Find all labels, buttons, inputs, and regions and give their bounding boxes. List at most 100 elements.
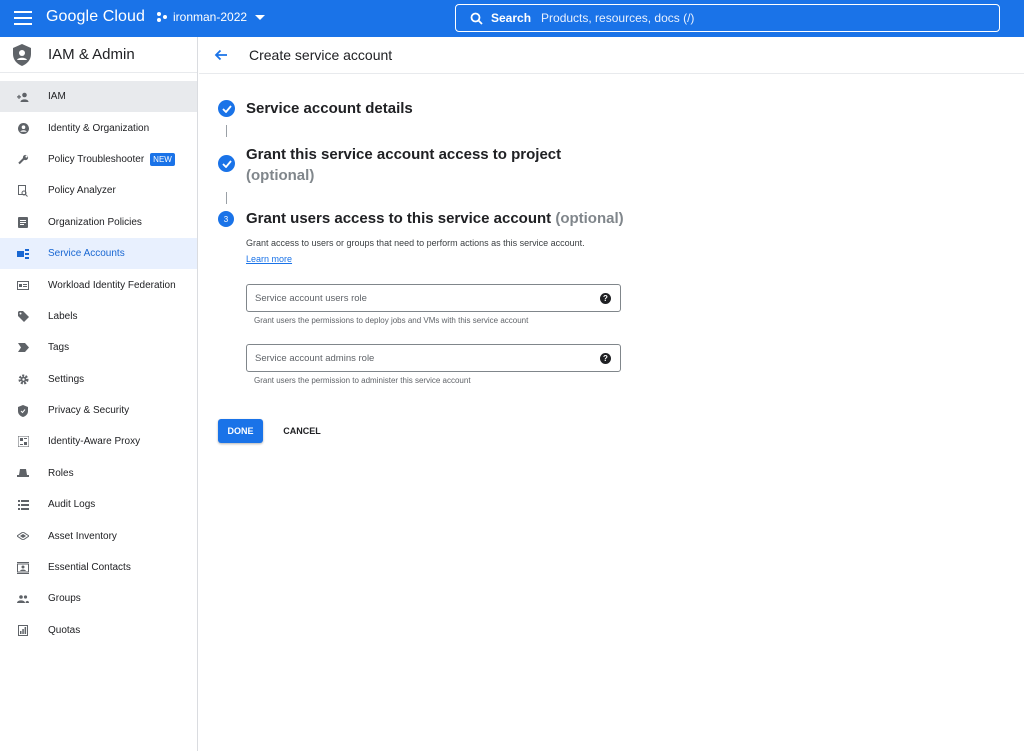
- sidebar: IAM & Admin IAM Identity & Organization …: [0, 37, 198, 751]
- sidebar-item-label: Asset Inventory: [48, 530, 117, 542]
- sidebar-item-identity-organization[interactable]: Identity & Organization: [0, 112, 197, 143]
- page-header: Create service account: [199, 37, 1024, 74]
- sidebar-item-label: Service Accounts: [48, 248, 125, 260]
- sidebar-item-label: Workload Identity Federation: [48, 279, 176, 291]
- sidebar-item-label: Policy Troubleshooter: [48, 153, 145, 165]
- sidebar-item-label: Identity & Organization: [48, 122, 150, 134]
- sidebar-item-label: Identity-Aware Proxy: [48, 436, 141, 448]
- cancel-button[interactable]: CANCEL: [277, 419, 327, 443]
- person-add-icon: [17, 91, 29, 103]
- sidebar-item-iam[interactable]: IAM: [0, 81, 197, 113]
- contacts-icon: [17, 561, 29, 574]
- quota-icon: [17, 624, 29, 636]
- sidebar-title: IAM & Admin: [48, 46, 135, 63]
- sidebar-item-label: Tags: [48, 342, 70, 354]
- page-title: Create service account: [249, 47, 393, 63]
- sidebar-item-asset-inventory[interactable]: Asset Inventory: [0, 520, 197, 551]
- sidebar-item-policy-analyzer[interactable]: Policy Analyzer: [0, 175, 197, 206]
- step-connector: [226, 125, 227, 137]
- step-optional-label: (optional): [246, 167, 315, 184]
- step-title-text: Grant users access to this service accou…: [246, 210, 552, 227]
- hamburger-menu-icon[interactable]: [14, 11, 32, 25]
- service-account-icon: [17, 248, 29, 260]
- sidebar-item-service-accounts[interactable]: Service Accounts: [0, 237, 197, 270]
- sidebar-item-label: IAM: [48, 91, 66, 103]
- wrench-icon: [17, 153, 29, 165]
- done-button[interactable]: DONE: [218, 419, 263, 443]
- sidebar-header: IAM & Admin: [0, 37, 197, 73]
- step-title: Grant users access to this service accou…: [246, 210, 624, 227]
- service-account-users-role-input[interactable]: Service account users role ?: [246, 284, 621, 312]
- search-bar[interactable]: Search Products, resources, docs (/): [455, 4, 1000, 32]
- shield-icon: [17, 404, 29, 417]
- list-document-icon: [17, 216, 29, 228]
- sidebar-item-label: Roles: [48, 467, 74, 479]
- sidebar-item-label: Settings: [48, 373, 85, 385]
- sidebar-item-workload-identity-federation[interactable]: Workload Identity Federation: [0, 269, 197, 300]
- project-name: ironman-2022: [173, 10, 248, 24]
- sidebar-item-label: Privacy & Security: [48, 405, 130, 417]
- diamond-icon: [17, 530, 29, 542]
- field-hint: Grant users the permissions to deploy jo…: [254, 316, 529, 325]
- step-grant-project-access[interactable]: Grant this service account access to pro…: [218, 146, 561, 184]
- step-grant-users-access: 3 Grant users access to this service acc…: [218, 210, 624, 227]
- hat-icon: [17, 467, 29, 479]
- sidebar-item-label: Organization Policies: [48, 216, 142, 228]
- sidebar-item-label: Policy Analyzer: [48, 185, 116, 197]
- sidebar-item-label: Quotas: [48, 624, 81, 636]
- search-icon: [470, 12, 483, 25]
- id-card-icon: [17, 279, 29, 291]
- sidebar-item-groups[interactable]: Groups: [0, 583, 197, 614]
- sidebar-item-policy-troubleshooter[interactable]: Policy Troubleshooter NEW: [0, 144, 197, 175]
- google-cloud-logo[interactable]: Google Cloud: [46, 8, 145, 26]
- step-description: Grant access to users or groups that nee…: [246, 236, 606, 267]
- back-arrow-icon[interactable]: [213, 47, 229, 63]
- proxy-icon: [17, 436, 29, 448]
- project-selector[interactable]: ironman-2022: [156, 10, 266, 24]
- new-badge: NEW: [150, 152, 175, 166]
- learn-more-link[interactable]: Learn more: [246, 254, 292, 264]
- step-number-badge: 3: [218, 211, 234, 227]
- sidebar-item-identity-aware-proxy[interactable]: Identity-Aware Proxy: [0, 426, 197, 457]
- tag-arrow-icon: [17, 342, 29, 354]
- service-account-admins-role-input[interactable]: Service account admins role ?: [246, 344, 621, 372]
- group-icon: [17, 593, 29, 605]
- step-connector: [226, 192, 227, 204]
- gear-icon: [17, 373, 29, 385]
- step-optional-label: (optional): [555, 210, 624, 227]
- help-icon[interactable]: ?: [600, 352, 611, 364]
- label-icon: [17, 310, 29, 322]
- step-service-account-details[interactable]: Service account details: [218, 100, 413, 117]
- sidebar-item-label: Labels: [48, 310, 78, 322]
- list-icon: [17, 499, 29, 511]
- step-title: Service account details: [246, 100, 413, 117]
- account-circle-icon: [17, 122, 29, 134]
- check-circle-icon: [218, 100, 235, 117]
- top-app-bar: Google Cloud ironman-2022 Search Product…: [0, 0, 1024, 37]
- sidebar-item-roles[interactable]: Roles: [0, 458, 197, 489]
- iam-shield-icon: [13, 43, 31, 66]
- input-placeholder: Service account users role: [255, 292, 367, 304]
- check-circle-icon: [218, 155, 235, 172]
- sidebar-item-audit-logs[interactable]: Audit Logs: [0, 489, 197, 520]
- search-placeholder: Products, resources, docs (/): [541, 11, 695, 25]
- project-hub-icon: [157, 12, 167, 22]
- document-search-icon: [17, 184, 29, 197]
- search-label: Search: [491, 11, 532, 25]
- sidebar-item-label: Essential Contacts: [48, 562, 131, 574]
- sidebar-item-privacy-security[interactable]: Privacy & Security: [0, 395, 197, 426]
- description-text: Grant access to users or groups that nee…: [246, 238, 585, 248]
- sidebar-item-organization-policies[interactable]: Organization Policies: [0, 207, 197, 238]
- help-icon[interactable]: ?: [600, 292, 611, 304]
- step-title: Grant this service account access to pro…: [246, 146, 562, 163]
- sidebar-item-tags[interactable]: Tags: [0, 332, 197, 363]
- sidebar-item-quotas[interactable]: Quotas: [0, 615, 197, 646]
- sidebar-item-labels[interactable]: Labels: [0, 301, 197, 332]
- sidebar-item-label: Audit Logs: [48, 499, 96, 511]
- sidebar-item-label: Groups: [48, 593, 81, 605]
- sidebar-item-settings[interactable]: Settings: [0, 364, 197, 395]
- chevron-down-icon: [255, 14, 266, 20]
- sidebar-item-essential-contacts[interactable]: Essential Contacts: [0, 552, 197, 583]
- field-hint: Grant users the permission to administer…: [254, 376, 471, 385]
- input-placeholder: Service account admins role: [255, 352, 375, 364]
